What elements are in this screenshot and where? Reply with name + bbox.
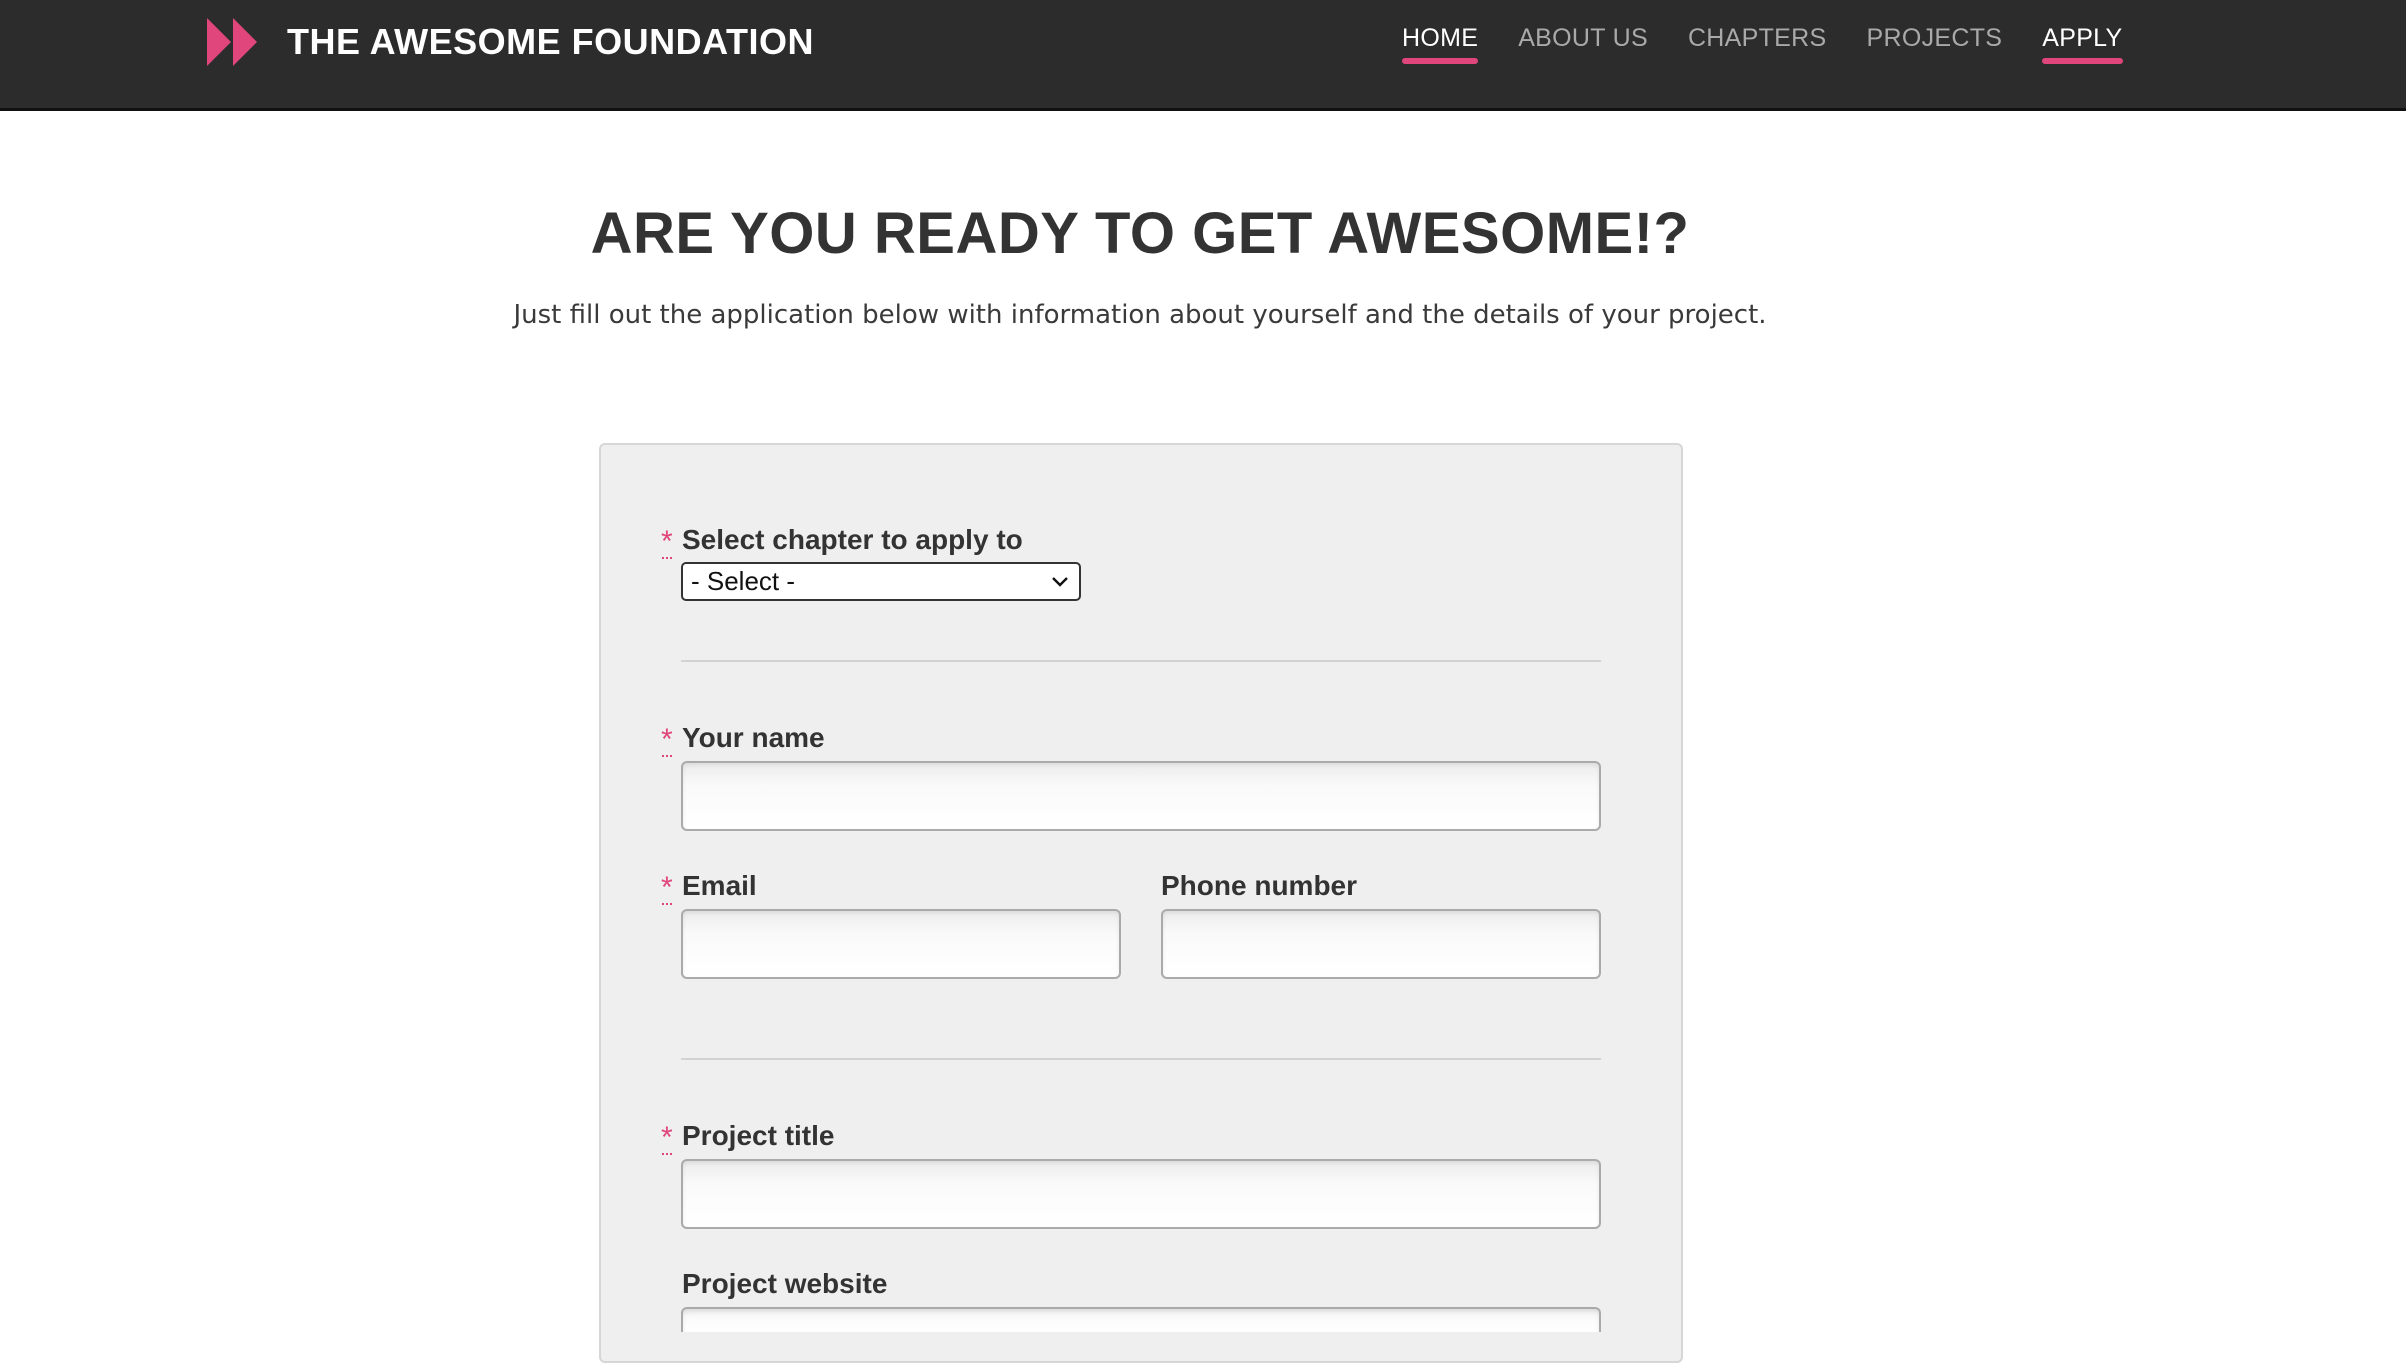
phone-label: Phone number	[1161, 870, 1358, 901]
phone-input[interactable]	[1161, 909, 1601, 979]
project-title-input[interactable]	[681, 1159, 1601, 1229]
page-subtitle: Just fill out the application below with…	[513, 300, 1767, 330]
required-marker: *	[661, 723, 673, 757]
home-logo-link[interactable]: THE AWESOME FOUNDATION	[207, 14, 814, 70]
project-website-label: Project website	[682, 1268, 888, 1299]
required-marker: *	[661, 1121, 673, 1155]
section-divider	[681, 1058, 1601, 1060]
project-title-label: Project title	[682, 1120, 835, 1151]
nav-chapters[interactable]: CHAPTERS	[1688, 0, 1827, 53]
main-nav: HOME ABOUT US CHAPTERS PROJECTS APPLY	[1402, 0, 2163, 72]
double-chevron-right-icon	[207, 18, 257, 66]
required-marker: *	[661, 871, 673, 905]
site-header: THE AWESOME FOUNDATION HOME ABOUT US CHA…	[0, 0, 2406, 111]
email-label: Email	[682, 870, 757, 901]
chapter-label: Select chapter to apply to	[682, 524, 1023, 555]
project-website-input[interactable]	[681, 1307, 1601, 1332]
chapter-select[interactable]: - Select -	[681, 562, 1081, 601]
name-input[interactable]	[681, 761, 1601, 831]
page-title: ARE YOU READY TO GET AWESOME!?	[590, 201, 1690, 266]
required-marker: *	[661, 525, 673, 559]
section-divider	[681, 660, 1601, 662]
nav-about-us[interactable]: ABOUT US	[1518, 0, 1648, 53]
nav-projects[interactable]: PROJECTS	[1867, 0, 2003, 53]
site-brand-title: THE AWESOME FOUNDATION	[287, 21, 814, 62]
chevron-down-icon	[1052, 577, 1068, 587]
chapter-select-value: - Select -	[691, 566, 796, 596]
email-input[interactable]	[681, 909, 1121, 979]
nav-home[interactable]: HOME	[1402, 0, 1479, 64]
nav-apply[interactable]: APPLY	[2042, 0, 2123, 64]
name-label: Your name	[682, 722, 825, 753]
